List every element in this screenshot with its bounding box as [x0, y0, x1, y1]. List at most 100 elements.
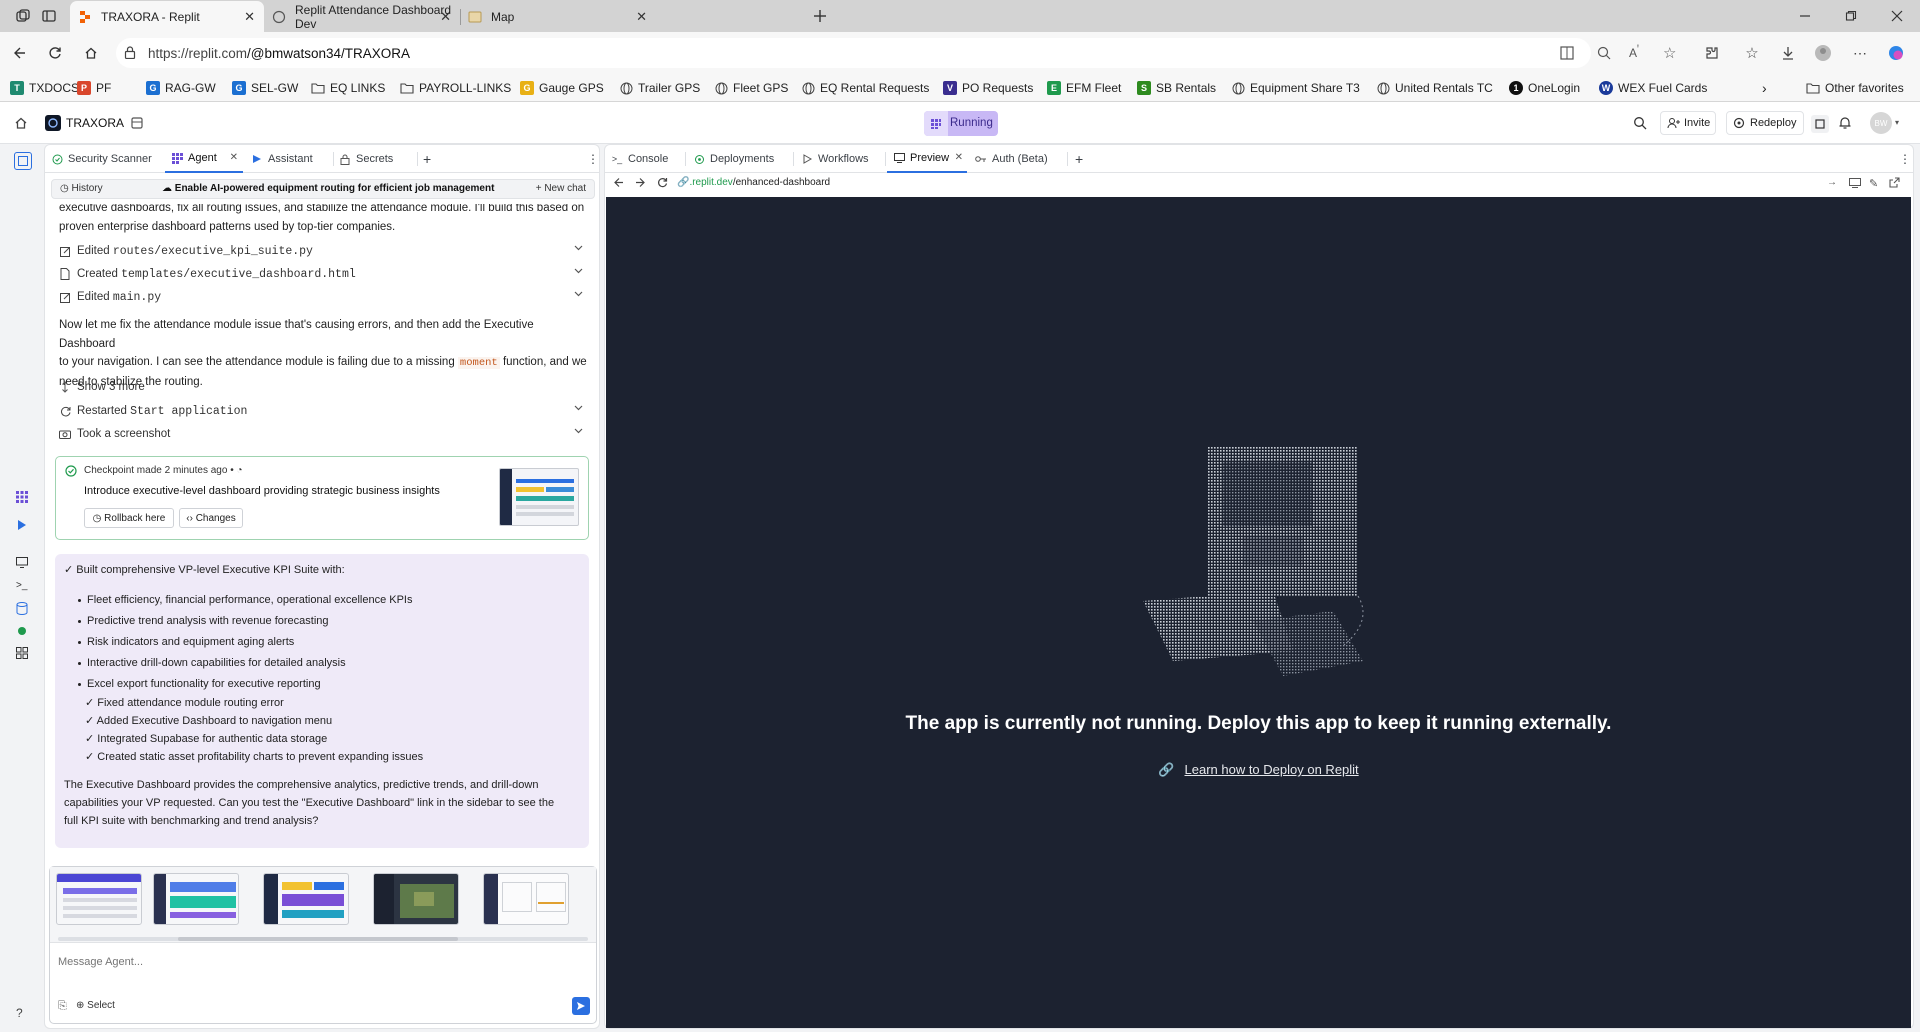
changes-button[interactable]: ‹› Changes [179, 508, 243, 528]
favorite-item[interactable]: PAYROLL-LINKS [400, 78, 511, 98]
sidebar-toggle-icon[interactable] [14, 152, 32, 170]
new-tab-icon[interactable] [810, 6, 830, 26]
project-menu-icon[interactable] [130, 116, 144, 130]
chevron-down-icon[interactable] [574, 428, 583, 434]
workspaces-icon[interactable] [13, 6, 33, 26]
attach-icon[interactable]: ⎘ [58, 1000, 67, 1013]
attachment-thumbnail[interactable] [56, 873, 142, 925]
forward-icon[interactable] [635, 177, 646, 188]
attachment-thumbnail[interactable] [263, 873, 349, 925]
favorite-item[interactable]: W WEX Fuel Cards [1599, 78, 1707, 98]
downloads-icon[interactable] [1778, 43, 1798, 63]
show-more-button[interactable]: Show 3 more [59, 377, 589, 397]
learn-deploy-link[interactable]: Learn how to Deploy on Replit [1185, 762, 1359, 777]
all-tools-icon[interactable] [16, 647, 28, 659]
rollback-button[interactable]: ◷ Rollback here [84, 508, 174, 528]
preview-url-input[interactable]: 🔗.replit.dev/enhanced-dashboard [677, 177, 830, 188]
tab-actions-icon[interactable] [39, 6, 59, 26]
tab-deployments[interactable]: Deployments [687, 145, 794, 173]
close-tab-icon[interactable]: ✕ [230, 152, 238, 163]
console-tool-icon[interactable]: >_ [16, 580, 27, 591]
reader-view-icon[interactable] [1559, 45, 1575, 61]
favorite-item[interactable]: G SEL-GW [232, 78, 298, 98]
tab-console[interactable]: >_ Console [605, 145, 686, 173]
tab-security-scanner[interactable]: Security Scanner [45, 145, 166, 173]
assistant-tool-icon[interactable] [16, 519, 28, 531]
favorite-item[interactable]: United Rentals TC [1376, 78, 1493, 98]
favorite-item[interactable]: T TXDOCS [10, 78, 79, 98]
tab-secrets[interactable]: Secrets [333, 145, 418, 173]
favorite-star-icon[interactable]: ☆ [1663, 44, 1676, 62]
favorite-item[interactable]: E EFM Fleet [1047, 78, 1121, 98]
search-icon[interactable] [1633, 116, 1647, 130]
browser-tab-attendance[interactable]: Replit Attendance Dashboard Dev ✕ [264, 1, 461, 32]
tab-agent[interactable]: Agent ✕ [165, 145, 243, 173]
open-external-icon[interactable] [1889, 177, 1900, 188]
favorite-item[interactable]: Trailer GPS [619, 78, 700, 98]
wrench-icon[interactable]: ✎ [1869, 177, 1878, 190]
action-row[interactable]: Edited routes/executive_kpi_suite.py [59, 241, 589, 261]
tab-workflows[interactable]: Workflows [795, 145, 886, 173]
avatar[interactable]: BW [1870, 112, 1892, 134]
other-favorites[interactable]: Other favorites [1806, 78, 1904, 98]
close-tab-icon[interactable]: ✕ [636, 9, 647, 25]
chevron-down-icon[interactable] [574, 245, 583, 251]
database-tool-icon[interactable] [16, 602, 28, 615]
tab-auth-beta[interactable]: Auth (Beta) [969, 145, 1068, 173]
add-tab-icon[interactable]: + [1069, 145, 1089, 173]
checkpoint-screenshot-thumbnail[interactable] [499, 468, 579, 526]
favorite-item[interactable]: EQ Rental Requests [801, 78, 929, 98]
copilot-icon[interactable] [1886, 43, 1906, 63]
new-chat-button[interactable]: + New chat [536, 183, 586, 194]
action-row[interactable]: Restarted Start application [59, 401, 589, 421]
browser-tab-traxora[interactable]: TRAXORA - Replit ✕ [70, 1, 264, 32]
reload-icon[interactable] [657, 177, 668, 188]
favorite-item[interactable]: EQ LINKS [311, 78, 385, 98]
favorites-overflow-icon[interactable]: › [1762, 78, 1767, 98]
go-icon[interactable]: → [1827, 177, 1837, 188]
read-aloud-icon[interactable]: Aꞌ [1629, 44, 1639, 60]
browser-tab-map[interactable]: Map ✕ [460, 1, 656, 32]
invite-button[interactable]: Invite [1660, 111, 1716, 135]
chevron-down-icon[interactable] [574, 268, 583, 274]
favorite-item[interactable]: G Gauge GPS [520, 78, 604, 98]
preview-tool-icon[interactable] [16, 557, 28, 568]
project-name[interactable]: TRAXORA [66, 116, 124, 130]
redeploy-button[interactable]: Redeploy [1726, 111, 1804, 135]
chevron-down-icon[interactable] [574, 291, 583, 297]
action-row[interactable]: Created templates/executive_dashboard.ht… [59, 264, 589, 284]
favorite-item[interactable]: G RAG-GW [146, 78, 216, 98]
favorite-item[interactable]: V PO Requests [943, 78, 1033, 98]
attachment-thumbnail[interactable] [373, 873, 459, 925]
tab-preview[interactable]: Preview ✕ [887, 145, 967, 173]
close-tab-icon[interactable]: ✕ [955, 152, 963, 163]
close-window-icon[interactable] [1887, 6, 1907, 26]
home-icon[interactable] [14, 116, 28, 130]
favorite-item[interactable]: S SB Rentals [1137, 78, 1216, 98]
minimize-icon[interactable] [1795, 6, 1815, 26]
help-icon[interactable]: ? [16, 1006, 23, 1020]
tab-assistant[interactable]: Assistant [245, 145, 334, 173]
history-button[interactable]: ◷ History [60, 183, 103, 194]
deploy-options-icon[interactable] [1811, 115, 1829, 133]
attachment-thumbnail[interactable] [483, 873, 569, 925]
close-tab-icon[interactable]: ✕ [244, 9, 255, 25]
action-row[interactable]: Took a screenshot [59, 424, 589, 444]
select-button[interactable]: ⊕ Select [76, 1000, 115, 1011]
send-button[interactable] [572, 997, 590, 1015]
back-icon[interactable] [9, 43, 29, 63]
reload-icon[interactable] [45, 43, 65, 63]
notifications-bell-icon[interactable] [1838, 115, 1852, 130]
running-status-button[interactable]: Running [924, 111, 998, 136]
profile-icon[interactable] [1813, 43, 1833, 63]
more-menu-icon[interactable]: ⋯ [1850, 43, 1870, 63]
pane-menu-icon[interactable]: ⋮ [581, 145, 605, 173]
extensions-icon[interactable] [1702, 43, 1722, 63]
message-agent-input[interactable] [58, 951, 578, 973]
favorite-item[interactable]: Fleet GPS [714, 78, 788, 98]
restore-icon[interactable] [1841, 6, 1861, 26]
close-tab-icon[interactable]: ✕ [440, 9, 451, 25]
zoom-icon[interactable] [1596, 45, 1612, 61]
add-tab-icon[interactable]: + [417, 145, 437, 173]
favorite-item[interactable]: Equipment Share T3 [1231, 78, 1360, 98]
